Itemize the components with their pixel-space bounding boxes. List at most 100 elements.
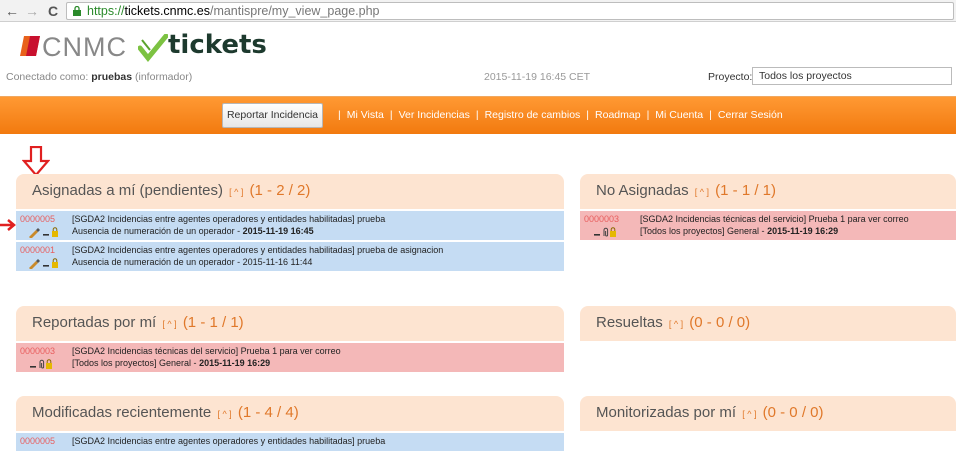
url-path: /mantispre/my_view_page.php bbox=[209, 4, 380, 18]
login-info: Conectado como: pruebas (informador) bbox=[6, 71, 192, 83]
server-datetime: 2015-11-19 16:45 CET bbox=[484, 71, 591, 83]
address-bar[interactable]: https://tickets.cnmc.es/mantispre/my_vie… bbox=[66, 2, 954, 20]
issue-row: 0000001 [SGDA2 Incidencias entre agentes… bbox=[16, 240, 564, 271]
login-role: (informador) bbox=[135, 71, 193, 83]
lock-icon bbox=[610, 227, 616, 237]
panel-header: Monitorizadas por mí [ ^ ] (0 - 0 / 0) bbox=[580, 396, 956, 431]
lock-icon bbox=[52, 227, 58, 237]
priority-dash-icon bbox=[43, 265, 49, 267]
menu-view-issues[interactable]: Ver Incidencias bbox=[399, 109, 470, 121]
login-username[interactable]: pruebas bbox=[91, 71, 132, 83]
issue-category: Ausencia de numeración de un operador - bbox=[72, 257, 241, 267]
pencil-icon[interactable] bbox=[29, 259, 40, 269]
issue-summary[interactable]: [SGDA2 Incidencias entre agentes operado… bbox=[72, 214, 385, 224]
issue-id-link[interactable]: 0000005 bbox=[20, 436, 55, 446]
panel-collapse-toggle[interactable]: [ ^ ] bbox=[669, 319, 683, 329]
issue-status-icons bbox=[29, 258, 58, 269]
issue-row: 0000005 [SGDA2 Incidencias entre agentes… bbox=[16, 209, 564, 240]
issue-category: [Todos los proyectos] General - bbox=[640, 226, 765, 236]
issue-summary[interactable]: [SGDA2 Incidencias entre agentes operado… bbox=[72, 436, 385, 446]
panel-title[interactable]: Monitorizadas por mí bbox=[596, 404, 736, 421]
menu-separator: | bbox=[389, 109, 393, 121]
priority-dash-icon bbox=[43, 234, 49, 236]
menu-roadmap[interactable]: Roadmap bbox=[595, 109, 641, 121]
panel-collapse-toggle[interactable]: [ ^ ] bbox=[229, 187, 243, 197]
issue-row: 0000005 [SGDA2 Incidencias entre agentes… bbox=[16, 431, 564, 451]
project-select[interactable]: Todos los proyectos bbox=[752, 67, 952, 85]
panel-count[interactable]: (1 - 2 / 2) bbox=[250, 182, 311, 199]
report-issue-button[interactable]: Reportar Incidencia bbox=[222, 103, 323, 128]
browser-toolbar: ← → C https://tickets.cnmc.es/mantispre/… bbox=[0, 0, 956, 22]
panel-header: Asignadas a mí (pendientes) [ ^ ] (1 - 2… bbox=[16, 174, 564, 209]
lock-icon bbox=[52, 258, 58, 268]
priority-dash-icon bbox=[594, 234, 600, 236]
panel-title[interactable]: No Asignadas bbox=[596, 182, 689, 199]
cnmc-logo-mark-icon bbox=[20, 36, 40, 56]
issue-details: [Todos los proyectos] General - 2015-11-… bbox=[72, 358, 270, 368]
issue-details: [Todos los proyectos] General - 2015-11-… bbox=[640, 226, 838, 236]
checkmark-logo-icon bbox=[138, 34, 168, 62]
menu-my-account[interactable]: Mi Cuenta bbox=[655, 109, 703, 121]
issue-date: 2015-11-19 16:29 bbox=[199, 358, 271, 368]
panel-collapse-toggle[interactable]: [ ^ ] bbox=[695, 187, 709, 197]
panel-assigned: Asignadas a mí (pendientes) [ ^ ] (1 - 2… bbox=[16, 174, 564, 271]
panel-monitored: Monitorizadas por mí [ ^ ] (0 - 0 / 0) bbox=[580, 396, 956, 431]
panel-count[interactable]: (0 - 0 / 0) bbox=[763, 404, 824, 421]
login-prefix: Conectado como: bbox=[6, 71, 89, 83]
cnmc-logo-text: CNMC bbox=[42, 32, 127, 62]
menu-links: | Mi Vista | Ver Incidencias | Registro de ca… bbox=[332, 109, 783, 121]
panel-title[interactable]: Resueltas bbox=[596, 314, 663, 331]
priority-dash-icon bbox=[30, 366, 36, 368]
annotation-down-arrow-icon bbox=[22, 146, 50, 176]
issue-details: Ausencia de numeración de un operador - … bbox=[72, 226, 314, 236]
issue-summary[interactable]: [SGDA2 Incidencias entre agentes operado… bbox=[72, 245, 443, 255]
issue-date: 2015-11-19 16:45 bbox=[242, 226, 314, 236]
panel-count[interactable]: (0 - 0 / 0) bbox=[689, 314, 750, 331]
paperclip-icon bbox=[603, 227, 609, 237]
paperclip-icon bbox=[39, 359, 45, 369]
issue-id-link[interactable]: 0000005 bbox=[20, 214, 55, 224]
issue-id-link[interactable]: 0000003 bbox=[20, 346, 55, 356]
issue-summary[interactable]: [SGDA2 Incidencias técnicas del servicio… bbox=[640, 214, 909, 224]
login-info-bar: Conectado como: pruebas (informador) 201… bbox=[0, 66, 956, 88]
panel-title[interactable]: Asignadas a mí (pendientes) bbox=[32, 182, 223, 199]
forward-arrow-icon[interactable]: → bbox=[24, 3, 40, 19]
tickets-logo[interactable]: tickets bbox=[138, 30, 267, 64]
panel-header: Modificadas recientemente [ ^ ] (1 - 4 /… bbox=[16, 396, 564, 431]
back-arrow-icon[interactable]: ← bbox=[4, 3, 20, 19]
secure-lock-icon bbox=[73, 6, 81, 16]
url-host: tickets.cnmc.es bbox=[124, 4, 210, 18]
reload-icon[interactable]: C bbox=[45, 3, 61, 19]
issue-details: Ausencia de numeración de un operador - … bbox=[72, 257, 312, 267]
panel-collapse-toggle[interactable]: [ ^ ] bbox=[162, 319, 176, 329]
panel-count[interactable]: (1 - 4 / 4) bbox=[238, 404, 299, 421]
url-scheme: https:// bbox=[87, 4, 125, 18]
issue-date: 2015-11-16 11:44 bbox=[242, 257, 313, 267]
menu-my-view[interactable]: Mi Vista bbox=[347, 109, 384, 121]
menu-changelog[interactable]: Registro de cambios bbox=[485, 109, 581, 121]
panel-collapse-toggle[interactable]: [ ^ ] bbox=[217, 409, 231, 419]
issue-status-icons bbox=[30, 359, 52, 369]
menu-separator: | bbox=[646, 109, 650, 121]
main-menu-bar: Reportar Incidencia | Mi Vista | Ver Incide… bbox=[0, 96, 956, 134]
issue-row: 0000003 [SGDA2 Incidencias técnicas del … bbox=[580, 209, 956, 240]
panel-reported: Reportadas por mí [ ^ ] (1 - 1 / 1) 0000… bbox=[16, 306, 564, 372]
menu-separator: | bbox=[475, 109, 479, 121]
panel-resolved: Resueltas [ ^ ] (0 - 0 / 0) bbox=[580, 306, 956, 341]
panel-header: No Asignadas [ ^ ] (1 - 1 / 1) bbox=[580, 174, 956, 209]
issue-date: 2015-11-19 16:29 bbox=[767, 226, 839, 236]
panel-title[interactable]: Modificadas recientemente bbox=[32, 404, 211, 421]
menu-logout[interactable]: Cerrar Sesión bbox=[718, 109, 783, 121]
issue-id-link[interactable]: 0000001 bbox=[20, 245, 55, 255]
panel-count[interactable]: (1 - 1 / 1) bbox=[715, 182, 776, 199]
issue-row: 0000003 [SGDA2 Incidencias técnicas del … bbox=[16, 341, 564, 372]
panel-collapse-toggle[interactable]: [ ^ ] bbox=[742, 409, 756, 419]
pencil-icon[interactable] bbox=[29, 228, 40, 238]
issue-category: Ausencia de numeración de un operador - bbox=[72, 226, 241, 236]
panel-title[interactable]: Reportadas por mí bbox=[32, 314, 156, 331]
menu-separator: | bbox=[586, 109, 590, 121]
issue-summary[interactable]: [SGDA2 Incidencias técnicas del servicio… bbox=[72, 346, 341, 356]
menu-separator: | bbox=[709, 109, 712, 121]
issue-id-link[interactable]: 0000003 bbox=[584, 214, 619, 224]
panel-count[interactable]: (1 - 1 / 1) bbox=[183, 314, 244, 331]
